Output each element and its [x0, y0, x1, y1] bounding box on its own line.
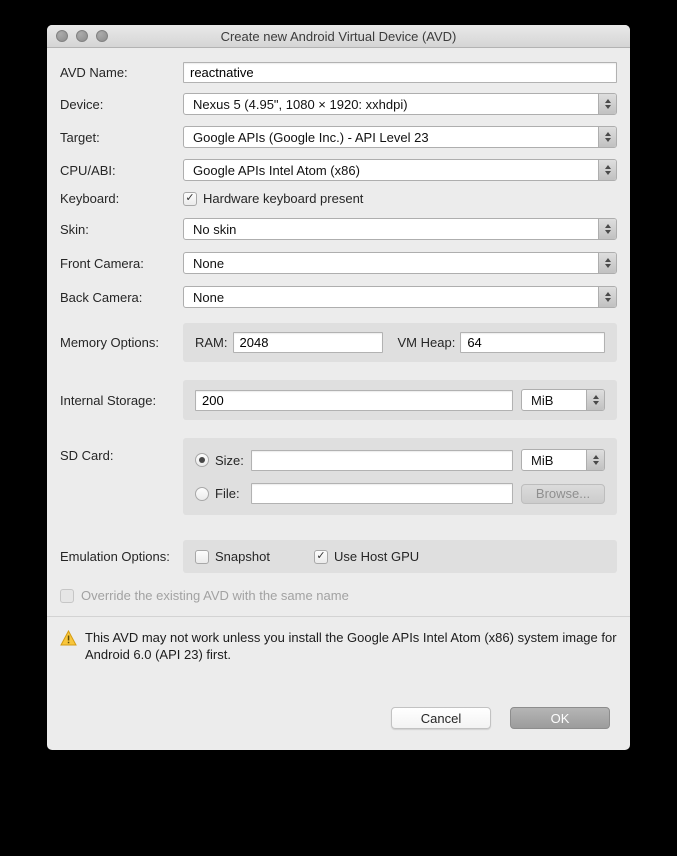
stepper-icon[interactable] [598, 127, 616, 147]
front-camera-select-value: None [184, 256, 598, 271]
back-camera-label: Back Camera: [60, 290, 183, 305]
internal-storage-panel: MiB [183, 380, 617, 420]
sd-file-input[interactable] [251, 483, 513, 504]
override-checkbox: ✓ [60, 589, 74, 603]
ram-label: RAM: [195, 335, 228, 350]
warning-icon [60, 630, 77, 649]
sd-size-unit-value: MiB [522, 453, 586, 468]
avd-dialog: Create new Android Virtual Device (AVD) … [47, 25, 630, 750]
emulation-options-panel: ✓ Snapshot ✓ Use Host GPU [183, 540, 617, 573]
traffic-lights [56, 25, 108, 47]
sd-size-radio[interactable] [195, 453, 209, 467]
internal-storage-label: Internal Storage: [60, 393, 183, 408]
sd-size-label: Size: [215, 453, 251, 468]
internal-storage-row: Internal Storage: MiB [60, 380, 617, 420]
snapshot-checkbox[interactable]: ✓ [195, 550, 209, 564]
cpu-abi-select[interactable]: Google APIs Intel Atom (x86) [183, 159, 617, 181]
internal-storage-input[interactable] [195, 390, 513, 411]
stepper-icon[interactable] [598, 219, 616, 239]
device-select[interactable]: Nexus 5 (4.95", 1080 × 1920: xxhdpi) [183, 93, 617, 115]
skin-select-value: No skin [184, 222, 598, 237]
sd-file-radio[interactable] [195, 487, 209, 501]
sd-card-panel: Size: MiB File: Browse... [183, 438, 617, 515]
titlebar: Create new Android Virtual Device (AVD) [47, 25, 630, 48]
cancel-button[interactable]: Cancel [391, 707, 491, 729]
emulation-options-label: Emulation Options: [60, 549, 183, 564]
sd-size-input[interactable] [251, 450, 513, 471]
cpu-abi-label: CPU/ABI: [60, 163, 183, 178]
internal-storage-unit-value: MiB [522, 393, 586, 408]
memory-options-label: Memory Options: [60, 335, 183, 350]
back-camera-select-value: None [184, 290, 598, 305]
back-camera-select[interactable]: None [183, 286, 617, 308]
stepper-icon[interactable] [598, 287, 616, 307]
override-label: Override the existing AVD with the same … [81, 588, 349, 603]
dialog-buttons: Cancel OK [60, 707, 617, 750]
hardware-keyboard-checkbox[interactable]: ✓ [183, 192, 197, 206]
zoom-button[interactable] [96, 30, 108, 42]
front-camera-row: Front Camera: None [60, 252, 617, 274]
browse-button: Browse... [521, 484, 605, 504]
stepper-icon[interactable] [598, 160, 616, 180]
device-label: Device: [60, 97, 183, 112]
vm-heap-input[interactable] [460, 332, 605, 353]
window-title: Create new Android Virtual Device (AVD) [221, 29, 457, 44]
target-select-value: Google APIs (Google Inc.) - API Level 23 [184, 130, 598, 145]
snapshot-label: Snapshot [215, 549, 270, 564]
front-camera-label: Front Camera: [60, 256, 183, 271]
vm-heap-label: VM Heap: [398, 335, 456, 350]
target-select[interactable]: Google APIs (Google Inc.) - API Level 23 [183, 126, 617, 148]
device-select-value: Nexus 5 (4.95", 1080 × 1920: xxhdpi) [184, 97, 598, 112]
hardware-keyboard-label: Hardware keyboard present [203, 191, 363, 206]
avd-name-row: AVD Name: [60, 62, 617, 83]
warning-text: This AVD may not work unless you install… [85, 629, 617, 663]
close-button[interactable] [56, 30, 68, 42]
skin-select[interactable]: No skin [183, 218, 617, 240]
minimize-button[interactable] [76, 30, 88, 42]
use-host-gpu-checkbox[interactable]: ✓ [314, 550, 328, 564]
ram-input[interactable] [233, 332, 383, 353]
stepper-icon[interactable] [598, 253, 616, 273]
memory-options-panel: RAM: VM Heap: [183, 323, 617, 362]
stepper-icon[interactable] [586, 450, 604, 470]
cpu-abi-select-value: Google APIs Intel Atom (x86) [184, 163, 598, 178]
avd-name-label: AVD Name: [60, 65, 183, 80]
memory-options-row: Memory Options: RAM: VM Heap: [60, 323, 617, 362]
keyboard-label: Keyboard: [60, 191, 183, 206]
keyboard-row: Keyboard: ✓ Hardware keyboard present [60, 191, 617, 206]
ok-button[interactable]: OK [510, 707, 610, 729]
stepper-icon[interactable] [598, 94, 616, 114]
emulation-options-row: Emulation Options: ✓ Snapshot ✓ Use Host… [60, 540, 617, 573]
skin-row: Skin: No skin [60, 218, 617, 240]
override-row: ✓ Override the existing AVD with the sam… [60, 588, 617, 603]
device-row: Device: Nexus 5 (4.95", 1080 × 1920: xxh… [60, 93, 617, 115]
front-camera-select[interactable]: None [183, 252, 617, 274]
skin-label: Skin: [60, 222, 183, 237]
stepper-icon[interactable] [586, 390, 604, 410]
sd-file-label: File: [215, 486, 251, 501]
target-row: Target: Google APIs (Google Inc.) - API … [60, 126, 617, 148]
back-camera-row: Back Camera: None [60, 286, 617, 308]
sd-card-row: SD Card: Size: MiB File: [60, 438, 617, 515]
avd-name-input[interactable] [183, 62, 617, 83]
warning-message: This AVD may not work unless you install… [60, 617, 617, 663]
cpu-abi-row: CPU/ABI: Google APIs Intel Atom (x86) [60, 159, 617, 181]
sd-card-label: SD Card: [60, 448, 183, 463]
use-host-gpu-label: Use Host GPU [334, 549, 419, 564]
sd-size-unit-select[interactable]: MiB [521, 449, 605, 471]
internal-storage-unit-select[interactable]: MiB [521, 389, 605, 411]
target-label: Target: [60, 130, 183, 145]
dialog-content: AVD Name: Device: Nexus 5 (4.95", 1080 ×… [47, 48, 630, 750]
